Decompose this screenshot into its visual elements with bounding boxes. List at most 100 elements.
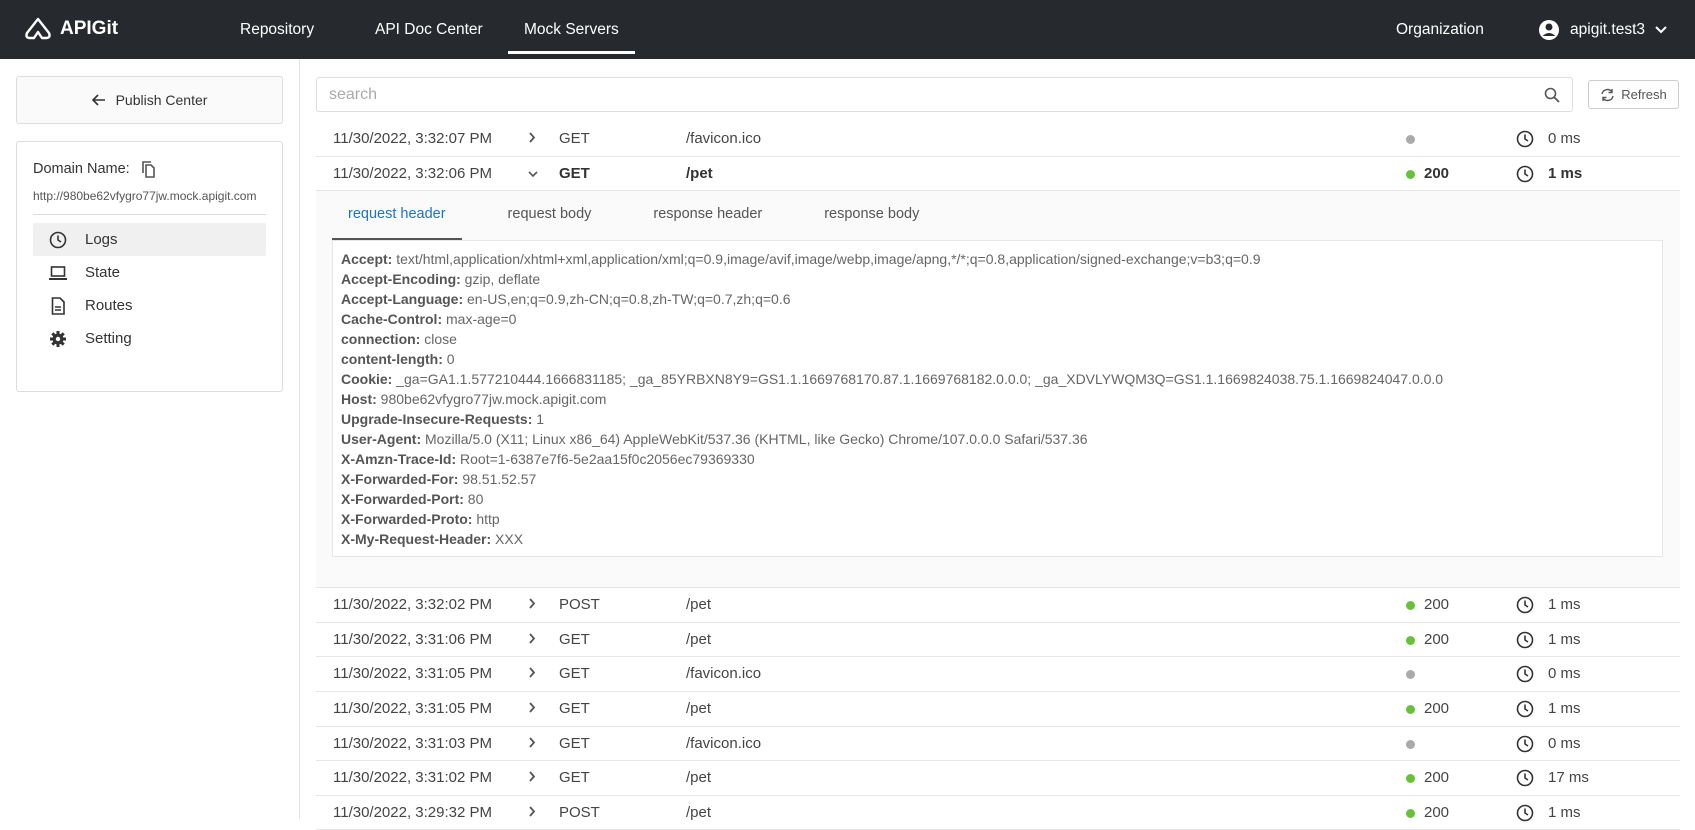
clock-icon [1516, 700, 1534, 718]
log-detail-panel: request header request body response heade… [316, 191, 1680, 589]
header-value: text/html,application/xhtml+xml,applicat… [396, 251, 1261, 268]
log-timestamp: 11/30/2022, 3:31:05 PM [333, 665, 493, 683]
header-line: content-length: 0 [341, 349, 1654, 369]
domain-name-label: Domain Name: [33, 161, 130, 177]
log-method: GET [559, 699, 590, 717]
log-path: /pet [686, 803, 712, 821]
header-key: X-Forwarded-Proto: [341, 511, 473, 528]
arrow-left-icon [91, 94, 105, 106]
header-key: X-My-Request-Header: [341, 531, 492, 548]
header-value: close [424, 331, 457, 348]
sidebar-item-logs[interactable]: Logs [33, 223, 266, 256]
header-line: Accept: text/html,application/xhtml+xml,… [341, 249, 1654, 269]
publish-center-button[interactable]: Publish Center [16, 76, 283, 124]
header-line: X-Forwarded-Proto: http [341, 509, 1654, 529]
clock-icon [1516, 665, 1534, 683]
log-row[interactable]: 11/30/2022, 3:31:02 PM GET /pet 200 17 m… [316, 761, 1680, 796]
account-circle-icon [1539, 19, 1560, 40]
chevron-right-icon[interactable] [528, 657, 536, 691]
header-line: Upgrade-Insecure-Requests: 1 [341, 409, 1654, 429]
nav-repository[interactable]: Repository [240, 0, 314, 59]
log-row[interactable]: 11/30/2022, 3:32:06 PM GET /pet 200 1 ms [316, 157, 1680, 192]
chevron-down-icon[interactable] [528, 157, 538, 191]
log-status: 200 [1424, 803, 1450, 821]
log-row[interactable]: 11/30/2022, 3:32:02 PM POST /pet 200 1 m… [316, 588, 1680, 623]
nav-api-doc-center[interactable]: API Doc Center [375, 0, 483, 59]
header-key: content-length: [341, 351, 443, 368]
tab-request-body[interactable]: request body [492, 191, 608, 240]
log-path: /pet [686, 769, 712, 787]
nav-organization[interactable]: Organization [1396, 0, 1484, 59]
log-duration: 1 ms [1548, 596, 1581, 614]
log-row[interactable]: 11/30/2022, 3:31:03 PM GET /favicon.ico … [316, 727, 1680, 762]
header-key: X-Forwarded-Port: [341, 491, 464, 508]
log-row[interactable]: 11/30/2022, 3:31:05 PM GET /pet 200 1 ms [316, 692, 1680, 727]
log-row[interactable]: 11/30/2022, 3:32:07 PM GET /favicon.ico … [316, 122, 1680, 157]
chevron-right-icon[interactable] [528, 761, 536, 795]
log-method: POST [559, 803, 600, 821]
log-duration: 0 ms [1548, 734, 1581, 752]
status-dot [1406, 135, 1415, 144]
log-status: 200 [1424, 699, 1450, 717]
clock-icon [1516, 804, 1534, 822]
header-line: connection: close [341, 329, 1654, 349]
detail-tabs: request header request body response heade… [332, 191, 965, 241]
sidebar: Publish Center Domain Name: http://980be… [0, 59, 300, 819]
clock-icon [49, 231, 67, 248]
clock-icon [1516, 165, 1534, 183]
log-timestamp: 11/30/2022, 3:32:07 PM [333, 130, 493, 147]
refresh-button[interactable]: Refresh [1588, 80, 1679, 109]
header-value: XXX [495, 531, 524, 548]
log-method: GET [559, 130, 590, 147]
user-menu[interactable]: apigit.test3 [1538, 0, 1667, 59]
chevron-right-icon[interactable] [528, 588, 536, 622]
header-value: gzip, deflate [464, 271, 541, 288]
chevron-right-icon[interactable] [528, 796, 536, 830]
domain-url[interactable]: http://980be62vfygro77jw.mock.apigit.com [33, 184, 266, 215]
log-row[interactable]: 11/30/2022, 3:31:06 PM GET /pet 200 1 ms [316, 623, 1680, 658]
nav-mock-servers[interactable]: Mock Servers [508, 0, 635, 59]
sidebar-item-routes[interactable]: Routes [33, 289, 266, 322]
log-method: GET [559, 630, 590, 648]
header-key: Cookie: [341, 371, 393, 388]
search-icon[interactable] [1544, 87, 1560, 103]
log-duration: 17 ms [1548, 769, 1589, 787]
document-icon [51, 296, 65, 315]
log-row[interactable]: 11/30/2022, 3:29:32 PM POST /pet 200 1 m… [316, 796, 1680, 830]
sidebar-item-label: Routes [85, 297, 133, 314]
header-key: User-Agent: [341, 431, 422, 448]
header-key: Accept-Language: [341, 291, 464, 308]
header-key: connection: [341, 331, 421, 348]
log-method: GET [559, 769, 590, 787]
tab-response-header[interactable]: response header [637, 191, 778, 240]
apigit-logo[interactable]: APIGit [24, 17, 118, 41]
log-row[interactable]: 11/30/2022, 3:31:05 PM GET /favicon.ico … [316, 657, 1680, 692]
header-key: Accept: [341, 251, 393, 268]
status-dot [1406, 774, 1415, 784]
gear-icon [50, 330, 66, 347]
search-input[interactable] [329, 85, 1509, 104]
search-box[interactable] [316, 77, 1573, 112]
header-line: Host: 980be62vfygro77jw.mock.apigit.com [341, 389, 1654, 409]
refresh-label: Refresh [1621, 87, 1667, 102]
sidebar-item-setting[interactable]: Setting [33, 322, 266, 355]
chevron-right-icon[interactable] [528, 623, 536, 657]
log-method: GET [559, 164, 590, 182]
chevron-right-icon[interactable] [528, 727, 536, 761]
log-path: /favicon.ico [686, 130, 762, 147]
log-duration: 1 ms [1548, 699, 1581, 717]
header-line: Accept-Encoding: gzip, deflate [341, 269, 1654, 289]
log-duration: 1 ms [1548, 164, 1583, 182]
log-status: 200 [1424, 769, 1450, 787]
sidebar-item-state[interactable]: State [33, 256, 266, 289]
log-method: GET [559, 734, 590, 752]
log-timestamp: 11/30/2022, 3:29:32 PM [333, 803, 493, 821]
status-dot [1406, 670, 1415, 680]
copy-icon[interactable] [140, 160, 156, 178]
chevron-right-icon[interactable] [528, 122, 536, 156]
tab-response-body[interactable]: response body [808, 191, 935, 240]
tab-request-header[interactable]: request header [332, 191, 462, 241]
sidebar-item-label: Setting [85, 330, 132, 347]
chevron-right-icon[interactable] [528, 692, 536, 726]
header-line: Cache-Control: max-age=0 [341, 309, 1654, 329]
